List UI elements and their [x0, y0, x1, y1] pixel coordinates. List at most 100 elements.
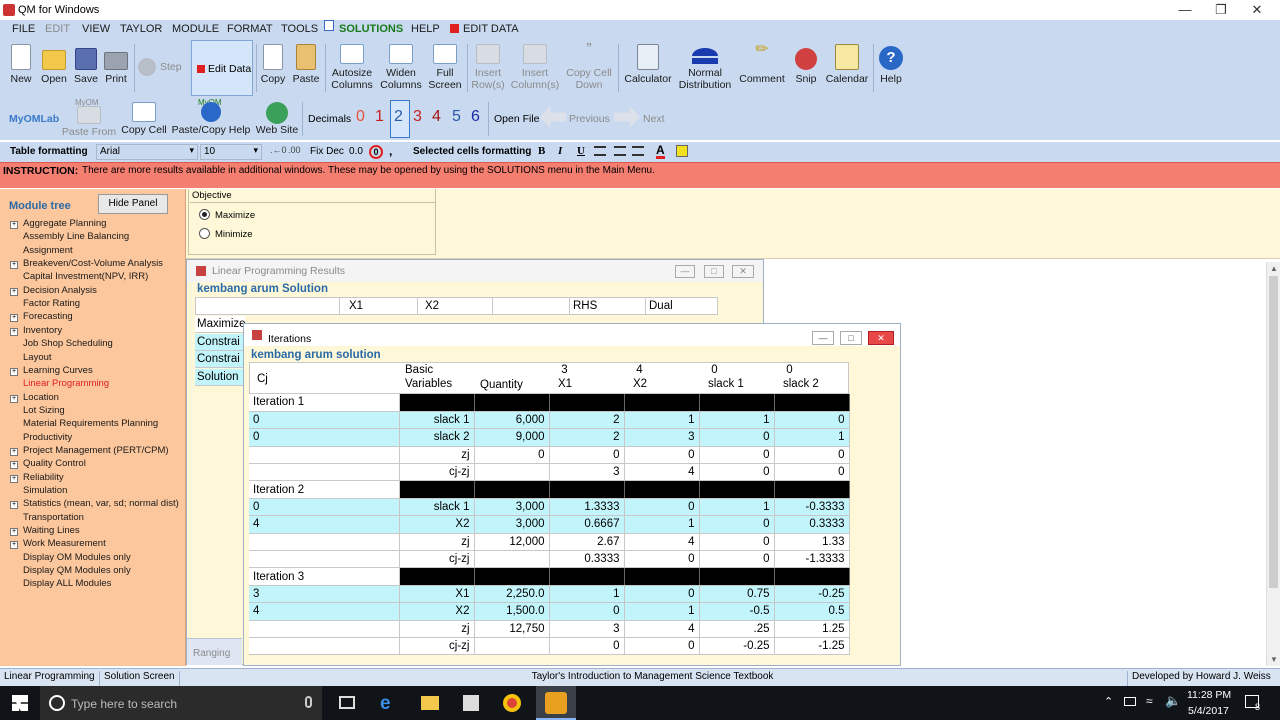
iteration-label[interactable]: Iteration 1 — [249, 394, 400, 412]
table-cell[interactable]: 4 — [624, 620, 700, 638]
microphone-icon[interactable] — [305, 696, 312, 708]
table-cell[interactable]: slack 1 — [399, 411, 475, 430]
expand-icon[interactable]: + — [10, 394, 18, 403]
paste-copy-help-button[interactable]: Paste/Copy Help — [171, 102, 251, 136]
decimals-option-0[interactable]: 0 — [356, 108, 365, 126]
open-button[interactable]: Open — [38, 44, 70, 85]
table-cell[interactable]: X2 — [399, 602, 475, 621]
menu-file[interactable]: FILE — [12, 23, 35, 35]
expand-icon[interactable]: + — [10, 461, 18, 470]
table-cell[interactable]: cj-zj — [399, 637, 475, 656]
underline-button[interactable]: U — [577, 145, 585, 157]
table-cell[interactable]: 1.25 — [774, 620, 850, 638]
table-cell[interactable]: zj — [399, 620, 475, 638]
decimals-option-1[interactable]: 1 — [375, 108, 384, 126]
font-select[interactable]: Arial ▾ — [96, 144, 198, 160]
table-cell[interactable]: 4 — [624, 463, 700, 482]
expand-icon[interactable]: + — [10, 447, 18, 456]
table-cell[interactable]: 0 — [699, 550, 775, 569]
expand-icon[interactable]: + — [10, 327, 18, 336]
table-cell[interactable]: 0 — [699, 515, 775, 534]
tree-item[interactable]: Assignment — [23, 245, 73, 256]
table-cell[interactable] — [249, 463, 400, 482]
tree-item[interactable]: Work Measurement — [23, 538, 106, 549]
tree-item[interactable]: Learning Curves — [23, 365, 93, 376]
table-cell[interactable]: zj — [399, 446, 475, 465]
print-button[interactable]: Print — [102, 44, 130, 85]
minimize-icon[interactable]: — — [1168, 0, 1202, 20]
close-icon[interactable]: ✕ — [868, 331, 894, 345]
comma-format-button[interactable]: , — [389, 144, 392, 158]
menu-edit[interactable]: EDIT — [45, 23, 70, 35]
table-cell[interactable]: -1.3333 — [774, 550, 850, 569]
next-button[interactable]: Next — [643, 113, 665, 125]
table-cell[interactable]: 4 — [249, 515, 400, 534]
insert-columns-button[interactable]: Insert Column(s) — [510, 44, 560, 91]
tree-item[interactable]: Inventory — [23, 325, 62, 336]
paste-button[interactable]: Paste — [291, 44, 321, 85]
zero-format-icon[interactable]: 0 — [369, 145, 383, 159]
full-screen-button[interactable]: Full Screen — [427, 44, 463, 91]
tree-item[interactable]: Display QM Modules only — [23, 565, 131, 576]
edge-icon[interactable]: e — [380, 693, 391, 715]
previous-button[interactable]: Previous — [569, 113, 610, 125]
calendar-button[interactable]: Calendar — [825, 44, 869, 85]
table-cell[interactable]: 12,000 — [474, 533, 550, 552]
widen-columns-button[interactable]: Widen Columns — [378, 44, 424, 91]
store-icon[interactable] — [463, 695, 479, 711]
tree-item[interactable]: Productivity — [23, 432, 72, 443]
fill-color-icon[interactable] — [676, 145, 688, 157]
table-cell[interactable]: 0 — [474, 446, 550, 465]
scrollbar-thumb[interactable] — [1269, 276, 1278, 588]
table-cell[interactable]: 1 — [699, 498, 775, 517]
expand-icon[interactable]: + — [10, 541, 18, 550]
expand-icon[interactable]: + — [10, 367, 18, 376]
menu-format[interactable]: FORMAT — [227, 23, 273, 35]
task-view-icon[interactable] — [339, 696, 355, 709]
menu-module[interactable]: MODULE — [172, 23, 219, 35]
table-cell[interactable]: 0 — [624, 446, 700, 465]
decrease-decimal-icon[interactable]: .←0 — [270, 145, 287, 155]
table-cell[interactable]: 1 — [699, 411, 775, 430]
table-cell[interactable]: 0 — [549, 446, 625, 465]
save-button[interactable]: Save — [72, 44, 100, 85]
decimals-option-5[interactable]: 5 — [452, 108, 461, 126]
edit-data-button[interactable]: Edit Data — [191, 40, 253, 96]
table-cell[interactable] — [474, 637, 550, 656]
bold-button[interactable]: B — [538, 145, 545, 157]
vertical-scrollbar[interactable]: ▲ ▼ — [1266, 262, 1280, 666]
minimize-icon[interactable]: — — [812, 331, 834, 345]
table-cell[interactable]: 4 — [249, 602, 400, 621]
table-cell[interactable] — [249, 533, 400, 552]
table-cell[interactable]: 2,250.0 — [474, 585, 550, 604]
table-cell[interactable]: -0.25 — [699, 637, 775, 656]
tree-item[interactable]: Factor Rating — [23, 298, 80, 309]
tree-item[interactable]: Forecasting — [23, 311, 73, 322]
tree-item[interactable]: Waiting Lines — [23, 525, 80, 536]
tree-item[interactable]: Capital Investment(NPV, IRR) — [23, 271, 148, 282]
hide-panel-button[interactable]: Hide Panel — [98, 194, 168, 214]
snip-button[interactable]: Snip — [791, 44, 821, 85]
table-cell[interactable]: 1 — [624, 602, 700, 621]
close-icon[interactable]: ✕ — [1240, 0, 1274, 20]
paste-from-button[interactable]: Paste From — [60, 106, 118, 138]
table-cell[interactable]: 1 — [624, 411, 700, 430]
table-cell[interactable] — [249, 637, 400, 656]
table-cell[interactable]: 0 — [774, 463, 850, 482]
table-cell[interactable]: 6,000 — [474, 411, 550, 430]
table-cell[interactable]: 1 — [774, 428, 850, 447]
increase-decimal-icon[interactable]: .00 — [288, 145, 301, 155]
table-cell[interactable]: -0.5 — [699, 602, 775, 621]
new-button[interactable]: New — [7, 44, 35, 85]
maximize-icon[interactable]: □ — [704, 265, 724, 278]
table-cell[interactable]: 0 — [624, 637, 700, 656]
maximize-icon[interactable]: □ — [840, 331, 862, 345]
table-cell[interactable]: 0 — [549, 602, 625, 621]
tree-item[interactable]: Job Shop Scheduling — [23, 338, 113, 349]
expand-icon[interactable]: + — [10, 314, 18, 323]
expand-icon[interactable]: + — [10, 528, 18, 537]
chevron-up-icon[interactable]: ⌃ — [1104, 695, 1113, 708]
table-cell[interactable]: 3 — [249, 585, 400, 604]
decimals-option-3[interactable]: 3 — [413, 108, 422, 126]
tree-item[interactable]: Assembly Line Balancing — [23, 231, 129, 242]
